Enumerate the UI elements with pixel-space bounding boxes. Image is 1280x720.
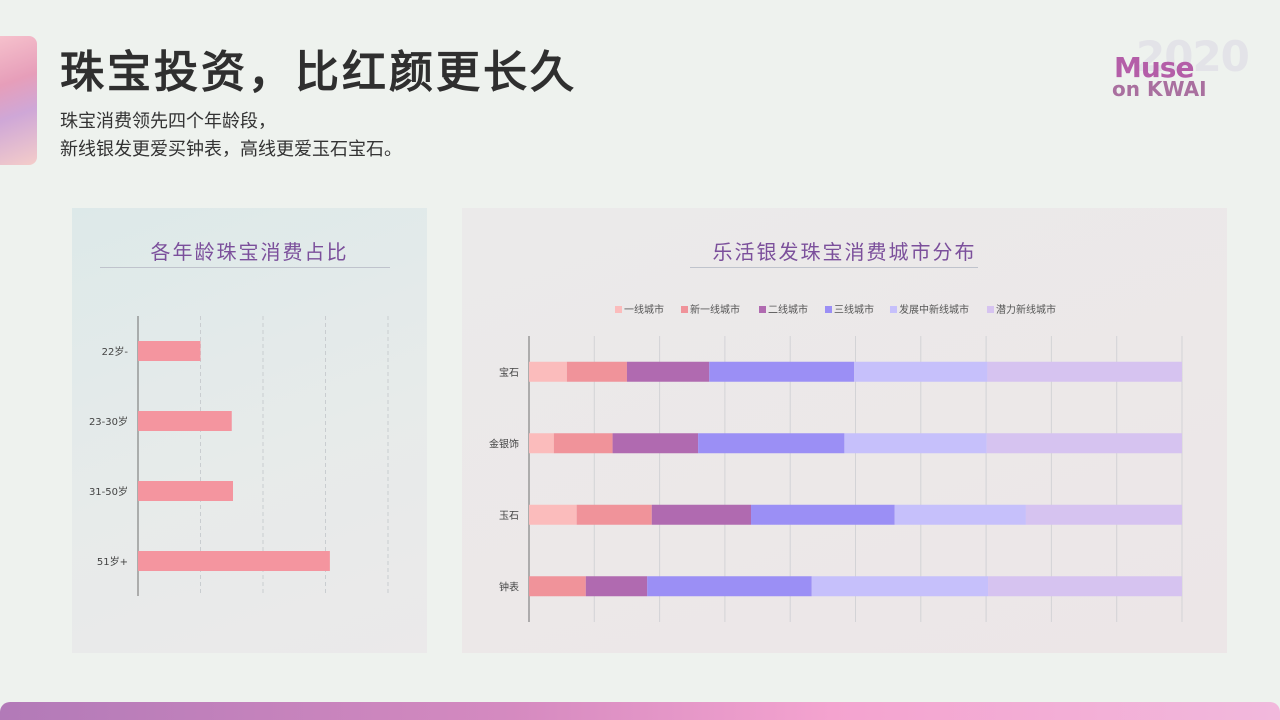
city-chart: 一线城市 新一线城市 二线城市 三线城市 发展中新线城市 潜力新线城市宝石金银饰玉石钟表 — [489, 303, 1183, 622]
city-chart-panel: 乐活银发珠宝消费城市分布 一线城市 新一线城市 二线城市 三线城市 发展中新线城市 潜力新… — [462, 208, 1227, 653]
logo-kwai: on KWAI — [1112, 77, 1207, 101]
bar-segment — [987, 361, 1182, 382]
legend-label: 一线城市 — [624, 303, 664, 316]
bar-segment — [529, 433, 554, 454]
bar-segment — [1025, 504, 1182, 525]
bar-segment — [988, 576, 1182, 597]
bar-segment — [709, 361, 855, 382]
bar — [138, 481, 233, 501]
accent-strip — [0, 36, 37, 165]
legend-swatch — [759, 306, 766, 313]
bar-segment — [986, 433, 1182, 454]
legend-swatch — [615, 306, 622, 313]
bottom-gradient-bar — [0, 702, 1280, 720]
bar-segment — [626, 361, 710, 382]
bar-segment — [698, 433, 845, 454]
bar-segment — [576, 504, 652, 525]
tick-label: 钟表 — [499, 580, 519, 593]
tick-label: 玉石 — [499, 511, 519, 522]
brand-logo: 2020 Muse on KWAI — [1110, 32, 1250, 102]
bar — [138, 551, 330, 571]
bar-segment — [529, 576, 586, 597]
age-chart: 22岁- 23-30岁 31-50岁 51岁+ — [89, 316, 389, 596]
bar-segment — [751, 504, 895, 525]
legend-swatch — [987, 306, 994, 313]
bar-segment — [854, 361, 988, 382]
bar — [138, 411, 232, 431]
bar-segment — [553, 433, 613, 454]
legend-label: 潜力新线城市 — [996, 303, 1056, 316]
bar-segment — [647, 576, 812, 597]
tick-label: 宝石 — [499, 366, 519, 379]
age-chart-panel: 各年龄珠宝消费占比 22岁- 23-30岁 31-50岁 51岁+ — [72, 208, 427, 653]
tick-label: 51岁+ — [97, 555, 128, 568]
legend-swatch — [825, 306, 832, 313]
subtitle-line-2: 新线银发更爱买钟表，高线更爱玉石宝石。 — [60, 139, 402, 160]
tick-label: 31-50岁 — [89, 485, 128, 498]
bar-segment — [651, 504, 752, 525]
bar-segment — [566, 361, 627, 382]
legend-label: 二线城市 — [768, 303, 808, 316]
bar-segment — [529, 504, 577, 525]
page-title: 珠宝投资，比红颜更长久 — [60, 47, 577, 98]
legend-label: 新一线城市 — [690, 303, 740, 316]
legend-label: 发展中新线城市 — [899, 303, 969, 316]
bar-segment — [529, 361, 567, 382]
bar-segment — [585, 576, 648, 597]
legend-label: 三线城市 — [834, 303, 874, 316]
tick-label: 金银饰 — [489, 437, 519, 450]
tick-label: 22岁- — [102, 345, 129, 358]
tick-label: 23-30岁 — [89, 415, 128, 428]
legend-swatch — [681, 306, 688, 313]
bar-segment — [811, 576, 989, 597]
bar-segment — [612, 433, 699, 454]
bar-segment — [894, 504, 1026, 525]
subtitle-line-1: 珠宝消费领先四个年龄段， — [60, 111, 276, 132]
bar-segment — [844, 433, 987, 454]
legend-swatch — [890, 306, 897, 313]
bar — [138, 341, 201, 361]
page-subtitle: 珠宝消费领先四个年龄段， 新线银发更爱买钟表，高线更爱玉石宝石。 — [60, 108, 402, 164]
